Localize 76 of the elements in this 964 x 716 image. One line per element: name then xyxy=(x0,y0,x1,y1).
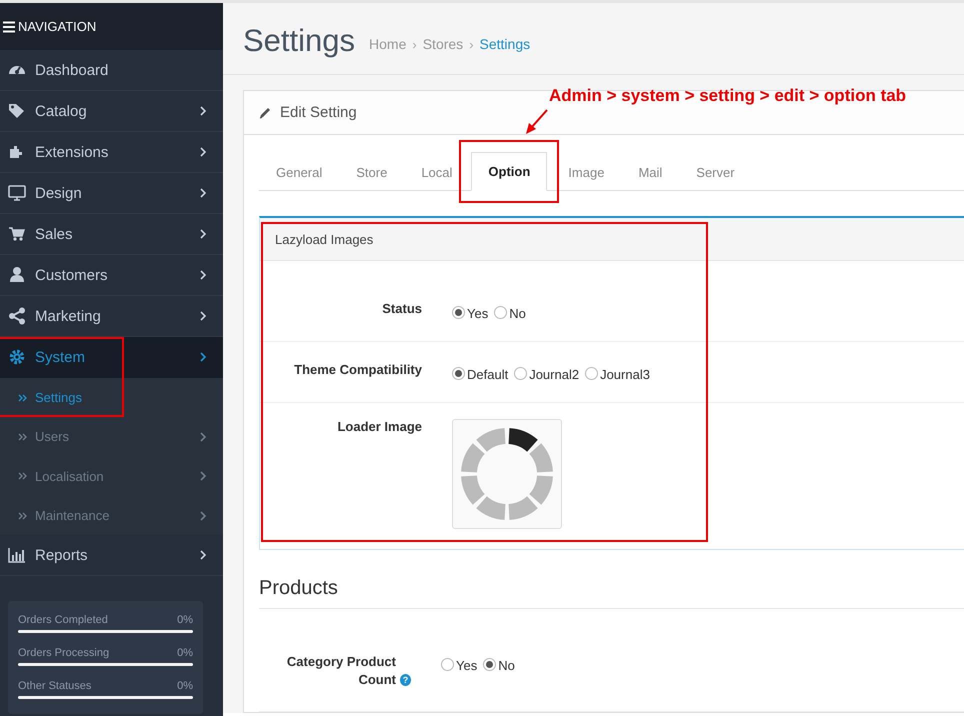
stat-label: Orders Processing xyxy=(18,647,110,660)
stat-label: Other Statuses xyxy=(18,680,92,692)
breadcrumb-separator: › xyxy=(469,36,474,52)
radio-button[interactable] xyxy=(452,366,465,380)
breadcrumb-link[interactable]: Settings xyxy=(480,36,530,52)
chevron-icon xyxy=(200,510,207,521)
breadcrumb-link[interactable]: Home xyxy=(369,36,406,52)
page-title: Settings xyxy=(243,22,356,58)
cart-icon xyxy=(8,225,26,243)
field-label: Category Product Count xyxy=(286,653,396,689)
radio-button[interactable] xyxy=(494,306,508,318)
navigation-title: NAVIGATION xyxy=(18,19,96,34)
breadcrumb-separator: › xyxy=(412,36,417,52)
tab[interactable]: Option xyxy=(471,152,548,191)
bar-chart-icon xyxy=(8,546,26,564)
radio-button[interactable] xyxy=(483,658,496,670)
sidebar-item[interactable]: Customers xyxy=(0,255,223,296)
double-chevron-icon xyxy=(18,394,27,402)
panel-title: Edit Setting xyxy=(280,104,357,121)
tab[interactable]: General xyxy=(259,153,340,191)
stat-value: 0% xyxy=(177,614,193,626)
chevron-icon xyxy=(200,147,207,157)
gear-icon xyxy=(8,348,26,366)
radio-label: Journal3 xyxy=(600,367,650,382)
chevron-icon xyxy=(200,188,207,198)
field-label: Theme Compatibility xyxy=(294,362,422,377)
radio-button[interactable] xyxy=(585,366,598,380)
chevron-icon xyxy=(200,106,207,116)
sidebar-item[interactable]: Catalog xyxy=(0,91,223,132)
section-heading: Lazyload Images xyxy=(260,218,964,261)
chevron-icon xyxy=(200,311,207,321)
field-label: Status xyxy=(382,301,422,316)
chevron-icon xyxy=(200,471,207,482)
stat-label: Orders Completed xyxy=(18,614,108,626)
menu-icon xyxy=(3,20,15,32)
chevron-icon xyxy=(200,352,207,362)
chevron-icon xyxy=(200,229,207,239)
stat-value: 0% xyxy=(177,680,193,692)
radio-button[interactable] xyxy=(514,366,528,380)
double-chevron-icon xyxy=(18,512,27,520)
user-icon xyxy=(8,266,26,284)
chevron-icon xyxy=(200,550,207,560)
sidebar-subitem[interactable]: Settings xyxy=(0,378,223,418)
radio-button[interactable] xyxy=(441,658,454,670)
sidebar-item[interactable]: System xyxy=(0,337,223,378)
pencil-icon xyxy=(259,106,271,119)
help-icon[interactable]: ? xyxy=(400,674,411,686)
tab[interactable]: Server xyxy=(679,153,752,191)
double-chevron-icon xyxy=(18,432,27,441)
stat-value: 0% xyxy=(177,647,193,660)
chevron-icon xyxy=(200,270,207,280)
field-label: Loader Image xyxy=(337,419,422,434)
breadcrumb-link[interactable]: Stores xyxy=(422,36,464,52)
monitor-icon xyxy=(8,184,26,202)
chevron-icon xyxy=(200,432,207,442)
annotation-text: Admin > system > setting > edit > option tab xyxy=(549,86,906,106)
tab[interactable]: Image xyxy=(551,153,622,191)
tab[interactable]: Mail xyxy=(621,153,680,191)
double-chevron-icon xyxy=(18,472,27,480)
tab[interactable]: Store xyxy=(339,153,404,191)
radio-label: Default xyxy=(467,367,508,382)
tag-icon xyxy=(8,102,26,120)
share-icon xyxy=(8,307,26,325)
tab[interactable]: Local xyxy=(404,153,470,191)
sidebar-subitem[interactable]: Maintenance xyxy=(0,496,223,536)
radio-label: Yes xyxy=(456,658,478,673)
radio-label: No xyxy=(498,658,515,673)
radio-label: Journal2 xyxy=(529,367,580,382)
annotation-arrow xyxy=(525,108,549,135)
sidebar-subitem[interactable]: Localisation xyxy=(0,456,223,496)
image-thumbnail[interactable] xyxy=(452,419,562,529)
radio-label: No xyxy=(509,306,526,321)
sidebar-subitem[interactable]: Users xyxy=(0,417,223,457)
radio-button[interactable] xyxy=(452,306,465,318)
radio-label: Yes xyxy=(467,306,488,321)
section-title: Products xyxy=(259,577,964,609)
